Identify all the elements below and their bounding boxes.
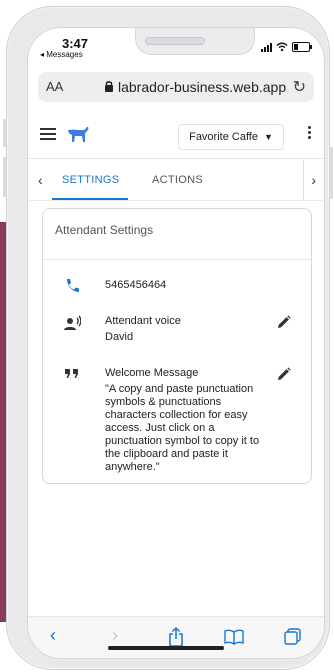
chevron-right-icon[interactable]: › [311, 172, 316, 188]
status-icons [261, 42, 312, 52]
signal-icon [261, 42, 272, 52]
share-icon[interactable] [168, 627, 184, 647]
card-title: Attendant Settings [55, 223, 154, 237]
back-arrow-icon[interactable]: ‹ [50, 625, 56, 646]
lock-icon [105, 81, 113, 92]
phone-number: 5465456464 [105, 279, 167, 291]
voice-icon [64, 315, 81, 330]
home-indicator [108, 646, 224, 650]
reload-icon[interactable]: ↻ [293, 77, 306, 97]
quote-icon [65, 369, 78, 378]
tab-settings[interactable]: SETTINGS [62, 174, 119, 186]
labrador-logo [68, 126, 89, 142]
phone-icon [67, 279, 79, 292]
tab-divider [303, 160, 304, 200]
bookmarks-icon[interactable] [224, 629, 244, 645]
edit-welcome-icon[interactable] [277, 367, 291, 381]
url-text[interactable]: labrador-business.web.app [118, 79, 286, 95]
back-to-messages[interactable]: ◂ Messages [40, 50, 83, 59]
welcome-label: Welcome Message [105, 367, 199, 379]
tabs-icon[interactable] [284, 628, 302, 646]
phone-screen: 3:47 ◂ Messages AA labrador-business.web… [27, 27, 325, 659]
business-selector-label: Favorite Caffe [189, 131, 258, 143]
voice-label: Attendant voice [105, 315, 181, 327]
power-button [329, 147, 333, 199]
edit-voice-icon[interactable] [277, 315, 291, 329]
business-selector[interactable]: Favorite Caffe ▼ [178, 124, 284, 150]
status-time: 3:47 [62, 36, 89, 51]
speaker-grille [145, 37, 205, 45]
chevron-left-icon[interactable]: ‹ [38, 172, 43, 188]
forward-arrow-icon[interactable]: › [112, 625, 118, 646]
app-header: Favorite Caffe ▼ [28, 114, 324, 159]
volume-button [3, 119, 7, 147]
voice-row: Attendant voice David [43, 313, 311, 347]
browser-toolbar: ‹ › [28, 616, 324, 658]
phone-row: 5465456464 [43, 277, 311, 297]
battery-icon [292, 42, 312, 52]
menu-icon[interactable] [40, 128, 56, 140]
phone-frame: 3:47 ◂ Messages AA labrador-business.web… [3, 6, 333, 670]
wifi-icon [276, 42, 288, 52]
tab-bar: ‹ SETTINGS ACTIONS › [28, 160, 324, 201]
more-options-icon[interactable] [308, 126, 312, 142]
text-size-button[interactable]: AA [46, 79, 63, 94]
card-header: Attendant Settings [43, 209, 311, 260]
tab-actions[interactable]: ACTIONS [152, 174, 203, 186]
active-tab-indicator [52, 198, 128, 200]
caret-down-icon: ▼ [263, 132, 273, 142]
address-bar[interactable]: AA labrador-business.web.app ↻ [38, 72, 314, 102]
attendant-settings-card: Attendant Settings 5465456464 Attendant … [42, 208, 312, 484]
voice-value: David [105, 331, 134, 343]
volume-button [3, 157, 7, 197]
welcome-message: "A copy and paste punctuation symbols & … [105, 383, 260, 473]
welcome-row: Welcome Message "A copy and paste punctu… [43, 365, 311, 473]
